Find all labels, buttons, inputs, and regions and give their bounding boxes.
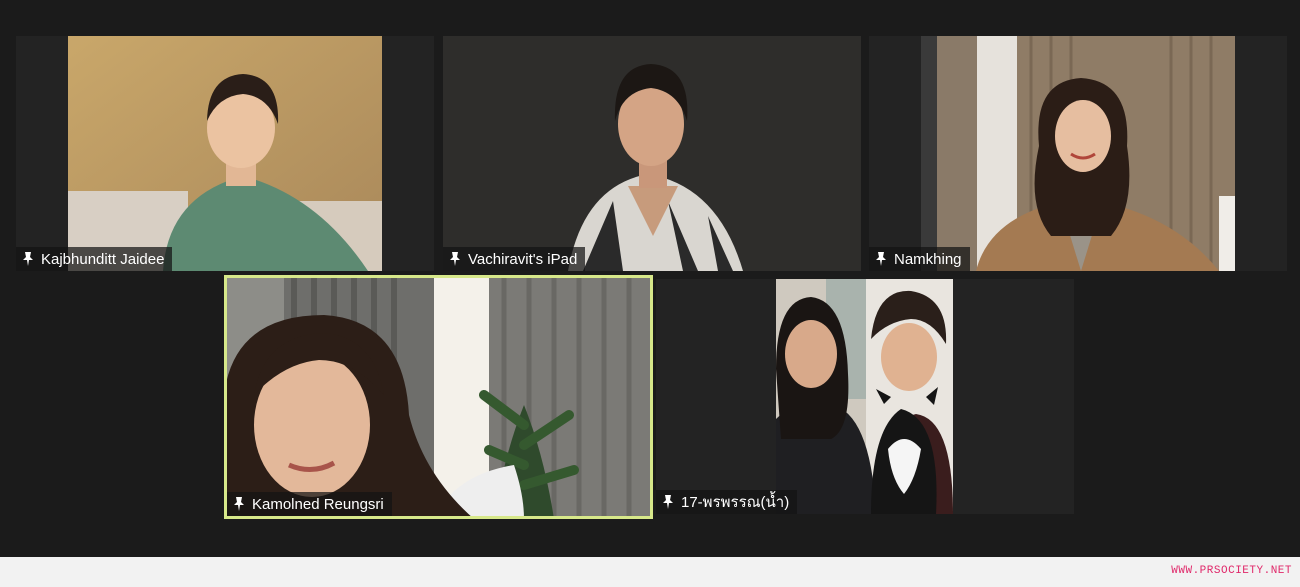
participant-name: Kajbhunditt Jaidee — [41, 250, 165, 268]
participant-name-tag: Kajbhunditt Jaidee — [16, 247, 173, 271]
video-tile-pornphan[interactable]: 17-พรพรรณ(น้ำ) — [656, 279, 1074, 514]
pin-icon — [449, 252, 461, 266]
participant-name: 17-พรพรรณ(น้ำ) — [681, 494, 790, 511]
participant-video — [776, 279, 953, 514]
video-gallery: Kajbhunditt Jaidee Vachiravit's iPad Nam… — [0, 0, 1300, 557]
video-tile-vachiravit[interactable]: Vachiravit's iPad — [443, 36, 861, 271]
pin-icon — [233, 497, 245, 511]
pin-icon — [662, 495, 674, 509]
participant-video — [68, 36, 382, 271]
participant-name-tag: Kamolned Reungsri — [227, 492, 392, 516]
video-tile-namkhing[interactable]: Namkhing — [869, 36, 1287, 271]
pin-icon — [875, 252, 887, 266]
watermark: WWW.PRSOCIETY.NET — [1171, 565, 1292, 577]
participant-name: Namkhing — [894, 250, 962, 268]
participant-name: Kamolned Reungsri — [252, 495, 384, 513]
participant-name-tag: Vachiravit's iPad — [443, 247, 586, 271]
participant-name-tag: 17-พรพรรณ(น้ำ) — [656, 490, 798, 514]
participant-name: Vachiravit's iPad — [468, 250, 578, 268]
pin-icon — [22, 252, 34, 266]
video-tile-kajbhunditt[interactable]: Kajbhunditt Jaidee — [16, 36, 434, 271]
footer-bar: WWW.PRSOCIETY.NET — [0, 557, 1300, 587]
participant-name-tag: Namkhing — [869, 247, 970, 271]
participant-video — [224, 275, 653, 519]
participant-video — [921, 36, 1235, 271]
participant-video — [443, 36, 861, 271]
video-tile-kamolned[interactable]: Kamolned Reungsri — [224, 275, 653, 519]
